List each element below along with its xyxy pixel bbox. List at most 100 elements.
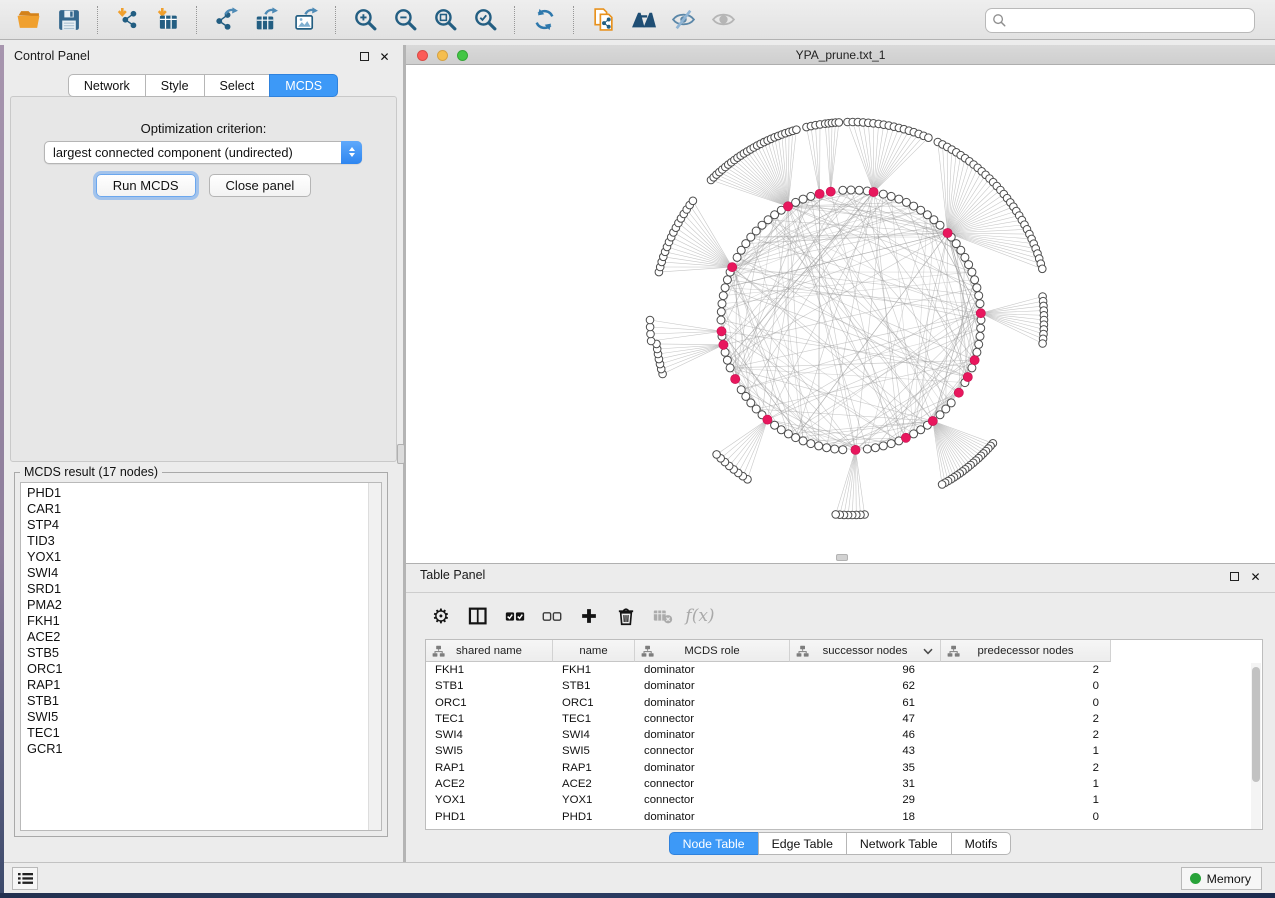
open-session-button[interactable] (11, 4, 45, 36)
mcds-result-node[interactable]: FKH1 (25, 613, 366, 629)
table-row[interactable]: ACE2ACE2connector311 (426, 776, 1262, 792)
table-row[interactable]: ORC1ORC1dominator610 (426, 695, 1262, 711)
tab-mcds[interactable]: MCDS (269, 74, 338, 97)
network-node[interactable] (975, 340, 983, 348)
network-node[interactable] (839, 186, 847, 194)
mcds-result-node[interactable]: TID3 (25, 533, 366, 549)
network-node[interactable] (975, 292, 983, 300)
table-row[interactable]: YOX1YOX1connector291 (426, 792, 1262, 808)
deselect-all-rows-button[interactable] (537, 601, 567, 631)
result-list-scrollbar[interactable] (368, 483, 381, 830)
memory-button[interactable]: Memory (1181, 867, 1262, 890)
table-row[interactable]: STB1STB1dominator620 (426, 678, 1262, 694)
network-satellite-node[interactable] (689, 197, 697, 205)
table-row[interactable]: PHD1PHD1dominator180 (426, 809, 1262, 825)
network-node[interactable] (936, 221, 944, 229)
show-columns-button[interactable] (463, 601, 493, 631)
network-hub-node[interactable] (976, 309, 985, 318)
network-hub-node[interactable] (815, 189, 824, 198)
export-image-button[interactable] (289, 4, 323, 36)
fit-content-button[interactable] (428, 4, 462, 36)
tab-edge-table[interactable]: Edge Table (758, 832, 847, 855)
table-row[interactable]: RAP1RAP1dominator352 (426, 760, 1262, 776)
network-node[interactable] (721, 284, 729, 292)
tab-motifs[interactable]: Motifs (951, 832, 1012, 855)
zoom-in-button[interactable] (348, 4, 382, 36)
mcds-result-node[interactable]: ACE2 (25, 629, 366, 645)
network-node[interactable] (879, 190, 887, 198)
network-satellite-node[interactable] (713, 451, 721, 459)
column-header-MCDS-role[interactable]: MCDS role (635, 640, 790, 662)
network-node[interactable] (718, 300, 726, 308)
mcds-result-node[interactable]: RAP1 (25, 677, 366, 693)
network-hub-node[interactable] (763, 415, 772, 424)
network-node[interactable] (847, 186, 855, 194)
horizontal-splitter-handle[interactable] (836, 554, 848, 561)
network-satellite-node[interactable] (938, 481, 946, 489)
network-node[interactable] (895, 195, 903, 203)
import-network-button[interactable] (110, 4, 144, 36)
optimization-criterion-select[interactable]: largest connected component (undirected) (44, 141, 362, 164)
network-node[interactable] (839, 446, 847, 454)
apply-layout-button[interactable] (527, 4, 561, 36)
network-node[interactable] (723, 356, 731, 364)
float-panel-button[interactable] (358, 50, 371, 63)
network-node[interactable] (968, 364, 976, 372)
network-satellite-node[interactable] (1039, 265, 1047, 273)
close-panel-mcds-button[interactable]: Close panel (209, 174, 312, 197)
save-session-button[interactable] (51, 4, 85, 36)
network-hub-node[interactable] (970, 356, 979, 365)
mcds-result-node[interactable]: ORC1 (25, 661, 366, 677)
mcds-result-node[interactable]: PHD1 (25, 485, 366, 501)
network-satellite-node[interactable] (646, 323, 654, 331)
network-satellite-node[interactable] (1039, 340, 1047, 348)
network-satellite-node[interactable] (832, 511, 840, 519)
table-scrollbar-thumb[interactable] (1252, 667, 1260, 782)
table-scrollbar[interactable] (1251, 663, 1261, 829)
network-node[interactable] (887, 440, 895, 448)
network-hub-node[interactable] (928, 416, 937, 425)
network-node[interactable] (799, 195, 807, 203)
network-hub-node[interactable] (731, 374, 740, 383)
column-header-successor-nodes[interactable]: successor nodes (790, 640, 941, 662)
network-hub-node[interactable] (901, 433, 910, 442)
mcds-result-node[interactable]: SWI4 (25, 565, 366, 581)
network-canvas[interactable] (406, 65, 1275, 563)
mcds-result-node[interactable]: PMA2 (25, 597, 366, 613)
network-node[interactable] (815, 442, 823, 450)
mcds-result-node[interactable]: STB1 (25, 693, 366, 709)
network-node[interactable] (863, 445, 871, 453)
network-node[interactable] (799, 437, 807, 445)
network-hub-node[interactable] (826, 187, 835, 196)
close-panel-button[interactable]: ✕ (378, 50, 391, 63)
tab-network-table[interactable]: Network Table (846, 832, 952, 855)
find-network-button[interactable] (626, 4, 660, 36)
column-header-predecessor-nodes[interactable]: predecessor nodes (941, 640, 1111, 662)
table-row[interactable]: TEC1TEC1connector472 (426, 711, 1262, 727)
network-node[interactable] (965, 261, 973, 269)
tab-network[interactable]: Network (68, 74, 146, 97)
column-header-shared-name[interactable]: shared name (426, 640, 553, 662)
tab-node-table[interactable]: Node Table (669, 832, 759, 855)
network-hub-node[interactable] (728, 263, 737, 272)
network-node[interactable] (737, 386, 745, 394)
network-hub-node[interactable] (869, 187, 878, 196)
mcds-result-node[interactable]: SRD1 (25, 581, 366, 597)
mcds-result-node[interactable]: TEC1 (25, 725, 366, 741)
tab-style[interactable]: Style (145, 74, 205, 97)
network-node[interactable] (973, 348, 981, 356)
network-hub-node[interactable] (783, 202, 792, 211)
mcds-result-node[interactable]: CAR1 (25, 501, 366, 517)
network-hub-node[interactable] (943, 228, 952, 237)
network-node[interactable] (968, 268, 976, 276)
network-node[interactable] (879, 442, 887, 450)
network-hub-node[interactable] (851, 445, 860, 454)
network-node[interactable] (807, 192, 815, 200)
network-node[interactable] (719, 292, 727, 300)
mcds-result-node[interactable]: SWI5 (25, 709, 366, 725)
table-row[interactable]: SWI4SWI4dominator462 (426, 727, 1262, 743)
vertical-splitter-handle[interactable] (397, 444, 405, 464)
network-node[interactable] (823, 444, 831, 452)
network-node[interactable] (831, 445, 839, 453)
network-node[interactable] (887, 192, 895, 200)
